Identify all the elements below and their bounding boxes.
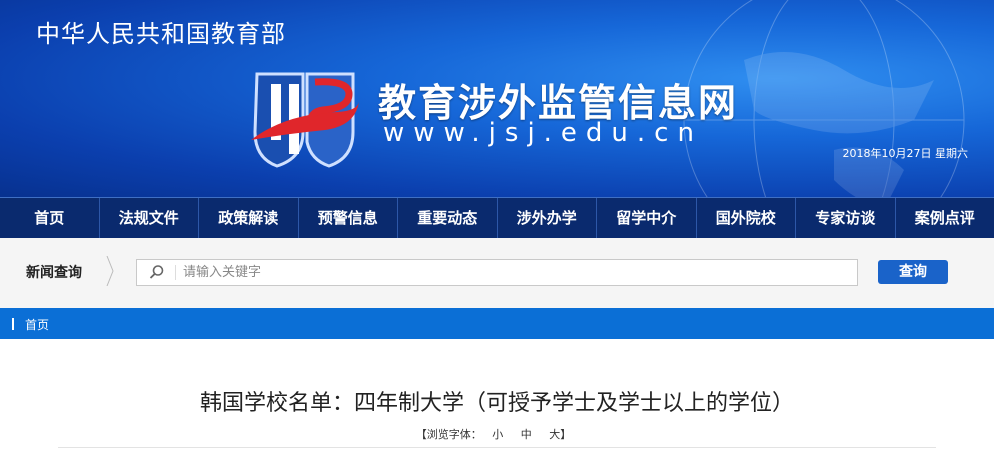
nav-item-regulations[interactable]: 法规文件 <box>100 198 199 239</box>
divider-line <box>58 447 936 448</box>
breadcrumb: 首页 <box>0 308 994 339</box>
search-icon <box>149 265 164 279</box>
font-size-large-link[interactable]: 大】 <box>549 428 571 441</box>
nav-item-warnings[interactable]: 预警信息 <box>299 198 398 239</box>
news-search-bar: 新闻查询 查询 <box>0 238 994 309</box>
site-url: www.jsj.edu.cn <box>383 118 703 148</box>
nav-item-home[interactable]: 首页 <box>0 198 100 239</box>
article-title: 韩国学校名单：四年制大学（可授予学士及学士以上的学位） <box>199 391 794 416</box>
search-label: 新闻查询 <box>26 265 82 281</box>
font-size-small-link[interactable]: 小 <box>492 428 503 441</box>
nav-item-cooperative-schools[interactable]: 涉外办学 <box>498 198 597 239</box>
font-size-selector: 【浏览字体： 小 中 大】 <box>0 426 994 442</box>
main-nav: 首页 法规文件 政策解读 预警信息 重要动态 涉外办学 留学中介 国外院校 专家… <box>0 197 994 239</box>
nav-item-policy[interactable]: 政策解读 <box>199 198 299 239</box>
ministry-name[interactable]: 中华人民共和国教育部 <box>36 14 286 49</box>
search-separator <box>175 265 176 280</box>
chevron-right-icon <box>106 256 114 286</box>
search-button[interactable]: 查询 <box>878 260 948 284</box>
breadcrumb-home-link[interactable]: 首页 <box>25 316 49 333</box>
current-date: 2018年10月27日 星期六 <box>842 147 969 160</box>
nav-item-case-reviews[interactable]: 案例点评 <box>896 198 994 239</box>
site-banner: 中华人民共和国教育部 教育涉外监管信息网 www.jsj.edu.cn 2018… <box>0 0 994 197</box>
font-size-medium-link[interactable]: 中 <box>521 428 532 441</box>
search-input[interactable] <box>181 262 845 283</box>
nav-item-study-abroad-agents[interactable]: 留学中介 <box>597 198 697 239</box>
font-size-label: 【浏览字体： <box>415 428 482 441</box>
breadcrumb-marker <box>12 318 14 330</box>
nav-item-news[interactable]: 重要动态 <box>398 198 498 239</box>
nav-item-expert-interviews[interactable]: 专家访谈 <box>796 198 896 239</box>
jsj-logo-icon[interactable] <box>245 62 365 174</box>
nav-item-foreign-universities[interactable]: 国外院校 <box>697 198 796 239</box>
search-box <box>136 259 858 286</box>
